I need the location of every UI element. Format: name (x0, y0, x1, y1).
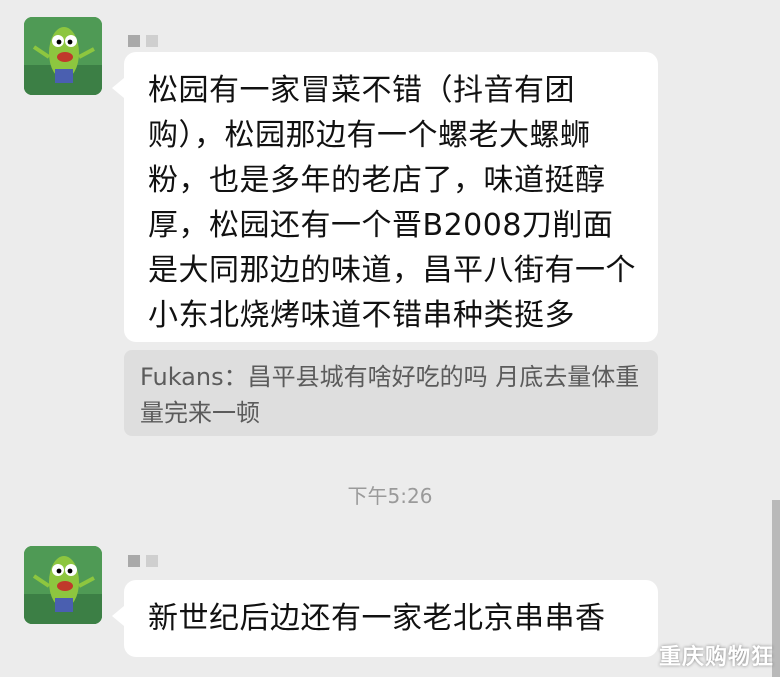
watermark: 重庆购物狂 (658, 645, 774, 670)
sender-avatar[interactable] (24, 546, 102, 624)
cartoon-pickle-avatar-icon (24, 17, 102, 95)
message-text: 松园有一家冒菜不错（抖音有团购），松园那边有一个螺老大螺蛳粉，也是多年的老店了，… (148, 73, 636, 333)
sender-avatar[interactable] (24, 17, 102, 95)
quoted-message[interactable]: Fukans：昌平县城有啥好吃的吗 月底去量体重 量完来一顿 (124, 350, 658, 436)
message-text: 新世纪后边还有一家老北京串串香 (148, 601, 606, 636)
sender-name-redacted: ■ ■ (128, 32, 158, 50)
cartoon-pickle-avatar-icon (24, 546, 102, 624)
quoted-message-text: Fukans：昌平县城有啥好吃的吗 月底去量体重 量完来一顿 (140, 363, 640, 427)
message-bubble[interactable]: 松园有一家冒菜不错（抖音有团购），松园那边有一个螺老大螺蛳粉，也是多年的老店了，… (112, 52, 658, 342)
sender-name-redacted: ■ ■ (128, 552, 158, 570)
message-timestamp: 下午5:26 (347, 484, 433, 508)
message-bubble[interactable]: 新世纪后边还有一家老北京串串香 (112, 580, 658, 657)
